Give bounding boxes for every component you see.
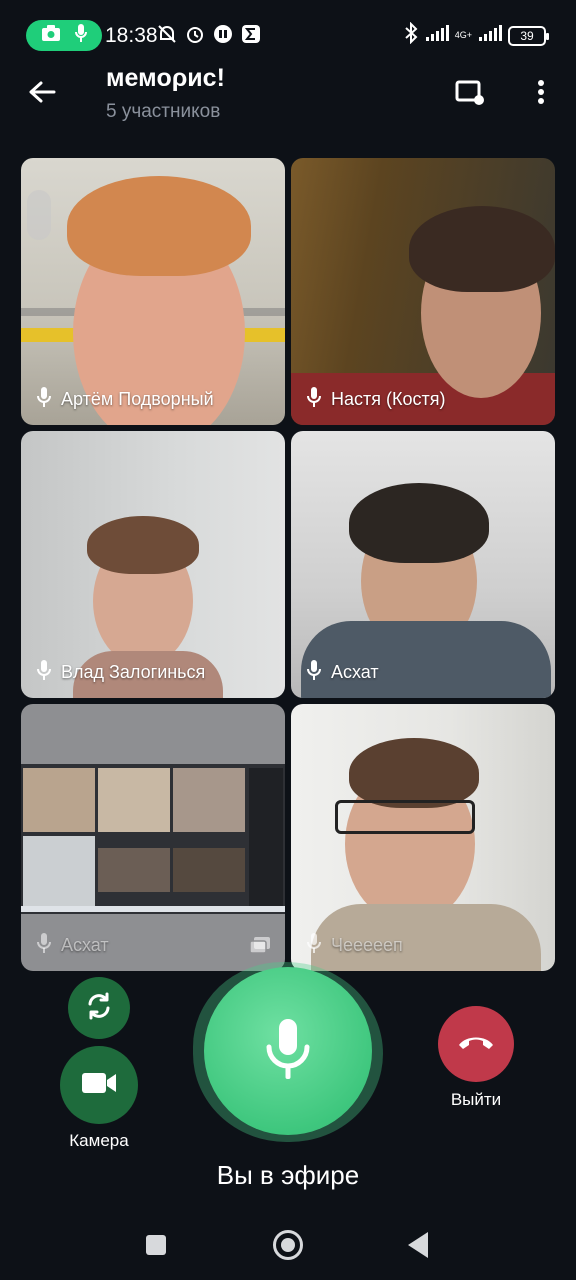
participant-count: 5 участников (106, 101, 221, 122)
participant-name: Чеееееп (331, 935, 403, 955)
kebab-menu-icon (537, 79, 545, 110)
shared-screen-video (173, 768, 245, 832)
bluetooth-icon (403, 21, 419, 49)
shared-screen-video (98, 848, 170, 892)
participant-label: Артём Подворный (37, 386, 214, 413)
signal-icon (478, 24, 502, 47)
participant-name: Асхат (61, 935, 109, 955)
video-tile[interactable]: Настя (Костя) (291, 158, 555, 425)
shared-screen-video (173, 848, 245, 892)
battery-icon: 39 (508, 25, 549, 46)
microphone-icon (263, 1017, 313, 1086)
video-camera-icon (81, 1071, 117, 1100)
screen-share-icon (249, 936, 271, 959)
switch-camera-button[interactable] (68, 977, 130, 1039)
mic-icon (307, 932, 321, 959)
participant-name: Артём Подворный (61, 389, 214, 409)
flash-indicator (27, 190, 51, 240)
participant-label: Настя (Костя) (307, 386, 445, 413)
mic-icon (307, 659, 321, 686)
chat-title: мемορис! (106, 64, 225, 92)
glasses (335, 800, 475, 834)
participant-name: Асхат (331, 662, 379, 682)
shared-screen-video (98, 768, 170, 832)
participant-name: Настя (Костя) (331, 389, 446, 409)
video-tile[interactable]: Чеееееп (291, 704, 555, 971)
participant-hair (409, 206, 555, 292)
shared-screen-video (23, 836, 95, 906)
mic-icon (74, 23, 88, 48)
status-bar: 18:38 4G+ 39 (0, 0, 576, 70)
nav-home-button[interactable] (273, 1230, 303, 1260)
arrow-left-icon (28, 80, 56, 109)
mic-icon (37, 932, 51, 959)
network-type-label: 4G+ (454, 30, 472, 40)
camera-label: Камера (69, 1131, 129, 1150)
leave-label: Выйти (450, 1090, 502, 1109)
camera-toggle-button[interactable] (60, 1046, 138, 1124)
recording-indicator (26, 20, 102, 51)
participant-label: Влад Залогинься (37, 659, 205, 686)
shared-screen-sidebar (249, 768, 283, 908)
video-tile[interactable]: Артём Подворный (21, 158, 285, 425)
sigma-icon (240, 23, 262, 45)
mic-icon (307, 386, 321, 413)
participant-label: Асхат (307, 659, 379, 686)
participant-label: Асхат (37, 932, 109, 959)
nav-back-button[interactable] (408, 1232, 428, 1258)
mic-icon (37, 659, 51, 686)
signal-icon (425, 24, 449, 47)
participant-name: Влад Залогинься (61, 662, 206, 682)
clock: 18:38 (105, 24, 158, 47)
back-button[interactable] (22, 74, 62, 114)
shared-screen (21, 764, 285, 914)
more-menu-button[interactable] (524, 76, 558, 112)
participant-hair (87, 516, 199, 574)
broadcast-status: Вы в эфире (216, 1160, 360, 1190)
participant-hair (67, 176, 251, 276)
nav-recents-button[interactable] (146, 1235, 166, 1255)
mic-icon (37, 386, 51, 413)
alarm-icon (184, 23, 206, 45)
mute-toggle-button[interactable] (204, 967, 372, 1135)
leave-call-button[interactable] (438, 1006, 514, 1082)
screen-cast-button[interactable] (452, 76, 488, 112)
camera-icon (41, 24, 61, 47)
shared-screen-video (23, 768, 95, 832)
shared-screen-taskbar (21, 906, 285, 912)
participant-label: Чеееееп (307, 932, 403, 959)
battery-level: 39 (520, 28, 534, 43)
video-tile[interactable]: Влад Залогинься (21, 431, 285, 698)
participant-hair (349, 483, 489, 563)
app-circle-icon (212, 23, 234, 45)
participant-hair (349, 738, 479, 808)
video-tile[interactable]: Асхат (291, 431, 555, 698)
hang-up-icon (456, 1033, 496, 1056)
cast-icon (455, 79, 485, 110)
camera-flip-icon (83, 990, 115, 1027)
screen-share-tile[interactable]: Асхат (21, 704, 285, 971)
bell-off-icon (156, 23, 178, 45)
